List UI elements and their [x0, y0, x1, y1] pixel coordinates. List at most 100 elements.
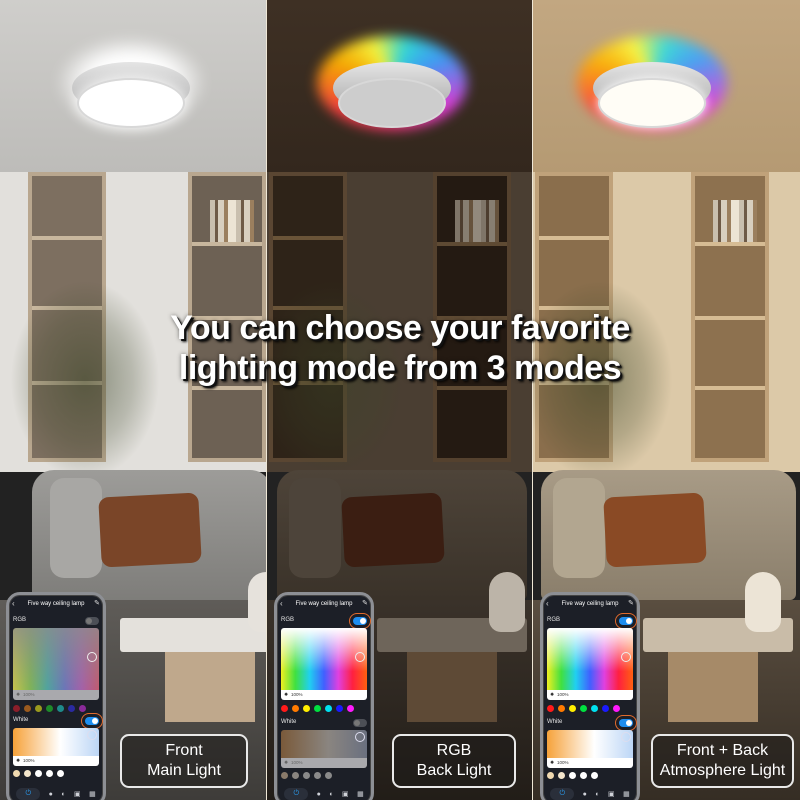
- color-selector[interactable]: [355, 732, 365, 742]
- pillow: [341, 492, 445, 568]
- rgb-swatches: [547, 705, 620, 712]
- color-swatch[interactable]: [569, 705, 576, 712]
- grid-icon[interactable]: ▦: [357, 790, 364, 798]
- color-swatch[interactable]: [24, 705, 31, 712]
- color-selector[interactable]: [621, 732, 631, 742]
- color-swatch[interactable]: [558, 772, 565, 779]
- white-toggle[interactable]: [353, 719, 367, 727]
- white-temperature-picker[interactable]: [281, 730, 367, 758]
- grid-icon[interactable]: ▦: [89, 790, 96, 798]
- color-swatch[interactable]: [602, 705, 609, 712]
- color-swatch[interactable]: [24, 770, 31, 777]
- color-swatch[interactable]: [57, 770, 64, 777]
- rgb-color-picker[interactable]: [13, 628, 99, 690]
- rgb-label: RGB: [547, 617, 561, 623]
- scene-icon[interactable]: ▣: [608, 790, 615, 798]
- white-brightness[interactable]: 100%: [13, 756, 99, 766]
- color-swatch[interactable]: [303, 705, 310, 712]
- lamp-diffuser: [77, 78, 185, 128]
- color-swatch[interactable]: [35, 770, 42, 777]
- white-swatches: [547, 772, 598, 779]
- rgb-brightness[interactable]: 100%: [281, 690, 367, 700]
- white-temperature-picker[interactable]: [547, 730, 633, 758]
- rgb-color-picker[interactable]: [281, 628, 367, 690]
- rgb-swatches: [281, 705, 354, 712]
- color-swatch[interactable]: [613, 705, 620, 712]
- color-swatch[interactable]: [303, 772, 310, 779]
- app-title: Five way ceiling lamp: [561, 601, 619, 607]
- color-swatch[interactable]: [79, 705, 86, 712]
- color-swatch[interactable]: [13, 705, 20, 712]
- app-bottom-nav: ⏻ ● ◐ ▣ ▦: [280, 786, 368, 800]
- color-swatch[interactable]: [35, 705, 42, 712]
- color-swatch[interactable]: [281, 772, 288, 779]
- rgb-toggle[interactable]: [615, 613, 637, 629]
- color-selector[interactable]: [621, 652, 631, 662]
- power-icon[interactable]: ⏻: [16, 788, 41, 800]
- color-swatch[interactable]: [46, 705, 53, 712]
- color-swatch[interactable]: [325, 772, 332, 779]
- palette-icon[interactable]: ◐: [595, 791, 599, 798]
- rgb-toggle[interactable]: [349, 613, 371, 629]
- books: [210, 200, 254, 242]
- mode-label-front-main: Front Main Light: [120, 734, 248, 788]
- color-swatch[interactable]: [292, 772, 299, 779]
- coffee-table-base: [165, 652, 255, 722]
- color-selector[interactable]: [87, 730, 97, 740]
- edit-icon[interactable]: ✎: [362, 598, 368, 610]
- color-swatch[interactable]: [46, 770, 53, 777]
- color-swatch[interactable]: [314, 705, 321, 712]
- rgb-toggle[interactable]: [85, 617, 99, 625]
- app-title: Five way ceiling lamp: [27, 601, 85, 607]
- color-selector[interactable]: [87, 652, 97, 662]
- rgb-brightness[interactable]: 100%: [13, 690, 99, 700]
- color-swatch[interactable]: [569, 772, 576, 779]
- power-icon[interactable]: ⏻: [284, 788, 309, 800]
- bulb-icon[interactable]: ●: [49, 791, 53, 798]
- color-swatch[interactable]: [558, 705, 565, 712]
- color-swatch[interactable]: [591, 772, 598, 779]
- scene-icon[interactable]: ▣: [342, 790, 349, 798]
- app-phone-front-main: ‹ Five way ceiling lamp ✎ RGB 100% White…: [6, 592, 106, 800]
- rgb-brightness[interactable]: 100%: [547, 690, 633, 700]
- color-selector[interactable]: [355, 652, 365, 662]
- pillow: [289, 478, 341, 578]
- books: [455, 200, 499, 242]
- palette-icon[interactable]: ◐: [61, 791, 65, 798]
- rgb-color-picker[interactable]: [547, 628, 633, 690]
- mode-label-line-2: Atmosphere Light: [659, 762, 786, 779]
- color-swatch[interactable]: [547, 705, 554, 712]
- color-swatch[interactable]: [314, 772, 321, 779]
- color-swatch[interactable]: [580, 772, 587, 779]
- color-swatch[interactable]: [325, 705, 332, 712]
- highlight-ring: [615, 715, 637, 731]
- vase: [745, 572, 781, 632]
- color-swatch[interactable]: [347, 705, 354, 712]
- color-swatch[interactable]: [281, 705, 288, 712]
- color-swatch[interactable]: [591, 705, 598, 712]
- scene-icon[interactable]: ▣: [74, 790, 81, 798]
- bulb-icon[interactable]: ●: [583, 791, 587, 798]
- power-icon[interactable]: ⏻: [550, 788, 575, 800]
- highlight-ring: [615, 613, 637, 629]
- color-swatch[interactable]: [68, 705, 75, 712]
- palette-icon[interactable]: ◐: [329, 791, 333, 798]
- white-toggle[interactable]: [81, 713, 103, 729]
- color-swatch[interactable]: [292, 705, 299, 712]
- white-brightness[interactable]: 100%: [547, 758, 633, 768]
- panel-divider: [266, 0, 267, 800]
- mode-label-line-1: RGB: [436, 742, 472, 759]
- color-swatch[interactable]: [13, 770, 20, 777]
- bulb-icon[interactable]: ●: [317, 791, 321, 798]
- white-temperature-picker[interactable]: [13, 728, 99, 756]
- color-swatch[interactable]: [547, 772, 554, 779]
- color-swatch[interactable]: [580, 705, 587, 712]
- grid-icon[interactable]: ▦: [623, 790, 630, 798]
- color-swatch[interactable]: [336, 705, 343, 712]
- edit-icon[interactable]: ✎: [628, 598, 634, 610]
- color-swatch[interactable]: [57, 705, 64, 712]
- edit-icon[interactable]: ✎: [94, 598, 100, 610]
- white-brightness[interactable]: 100%: [281, 758, 367, 768]
- white-toggle[interactable]: [615, 715, 637, 731]
- app-bottom-nav: ⏻ ● ◐ ▣ ▦: [546, 786, 634, 800]
